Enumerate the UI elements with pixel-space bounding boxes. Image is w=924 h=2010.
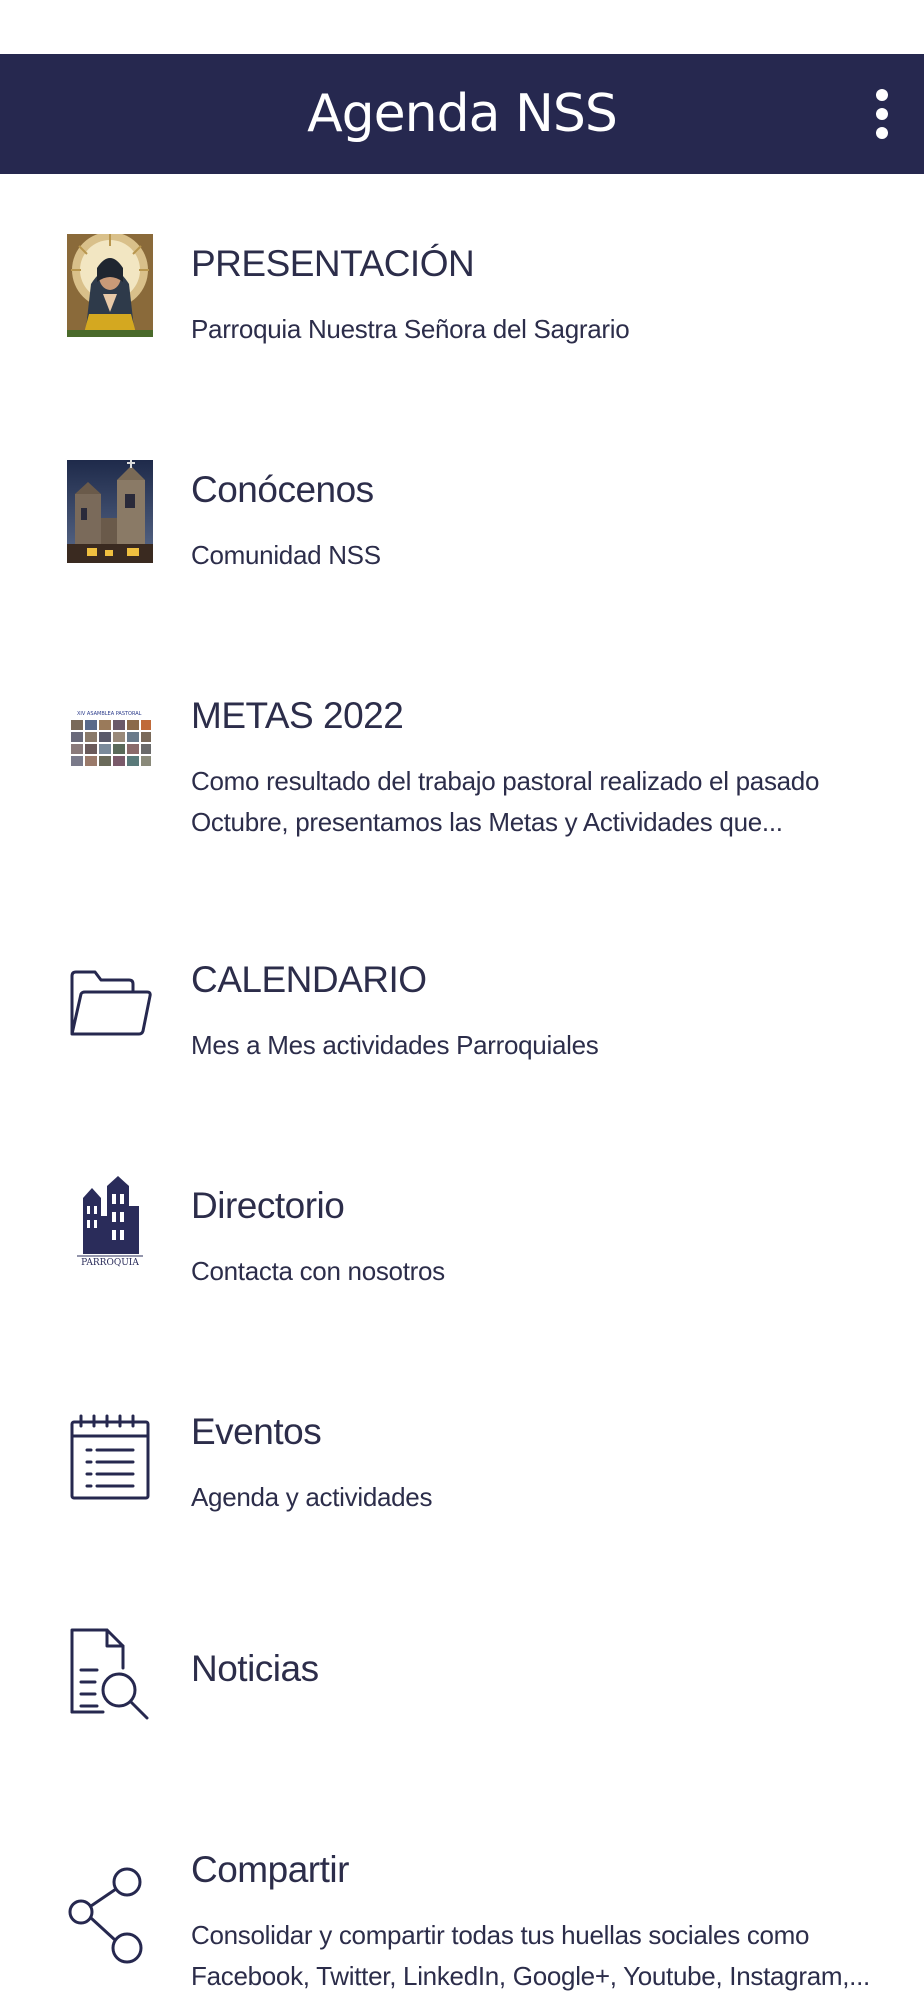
menu-dot [876,127,888,139]
item-title: CALENDARIO [191,959,427,1000]
item-title: Eventos [191,1411,322,1452]
pastoral-assembly-collage: XIV ASAMBLEA PASTORAL [67,706,153,782]
item-title: Compartir [191,1849,349,1890]
virgin-mary-photo [67,234,153,337]
item-subtitle: Mes a Mes actividades Parroquiales [191,1030,599,1060]
menu-item-directorio[interactable]: PARROQUIA Directorio Contacta con nosotr… [0,1176,924,1326]
item-subtitle: Parroquia Nuestra Señora del Sagrario [191,314,630,344]
menu-dot [876,89,888,101]
menu-item-compartir[interactable]: Compartir Consolidar y compartir todas t… [0,1840,924,2010]
menu-item-noticias[interactable]: Noticias [0,1622,924,1732]
item-subtitle: Contacta con nosotros [191,1256,445,1286]
item-subtitle: Comunidad NSS [191,540,381,570]
parroquia-logo: PARROQUIA [67,1176,153,1272]
item-subtitle: Como resultado del trabajo pastoral real… [191,766,820,837]
more-vertical-icon[interactable] [862,80,902,148]
item-title: PRESENTACIÓN [191,243,475,284]
item-subtitle: Consolidar y compartir todas tus huellas… [191,1920,870,1991]
item-title: Conócenos [191,469,374,510]
menu-dot [876,108,888,120]
menu-item-calendario[interactable]: CALENDARIO Mes a Mes actividades Parroqu… [0,950,924,1100]
share-icon [67,1866,153,1966]
calendar-list-icon [67,1412,153,1502]
menu-item-eventos[interactable]: Eventos Agenda y actividades [0,1402,924,1552]
app-title: Agenda NSS [307,84,618,144]
app-bar: Agenda NSS [0,54,924,174]
item-title: Directorio [191,1185,345,1226]
item-title: METAS 2022 [191,695,404,736]
item-subtitle: Agenda y actividades [191,1482,433,1512]
menu-item-metas-2022[interactable]: XIV ASAMBLEA PASTORAL METAS 2022 Como re… [0,686,924,876]
menu-item-conocenos[interactable]: Conócenos Comunidad NSS [0,460,924,610]
folder-icon [67,968,153,1038]
document-search-icon [67,1622,163,1720]
church-photo [67,460,153,563]
status-bar-area [0,0,924,54]
svg-text:PARROQUIA: PARROQUIA [81,1258,139,1268]
menu-item-presentacion[interactable]: PRESENTACIÓN Parroquia Nuestra Señora de… [0,234,924,384]
svg-text:XIV ASAMBLEA PASTORAL: XIV ASAMBLEA PASTORAL [77,711,142,717]
item-title: Noticias [191,1648,319,1689]
